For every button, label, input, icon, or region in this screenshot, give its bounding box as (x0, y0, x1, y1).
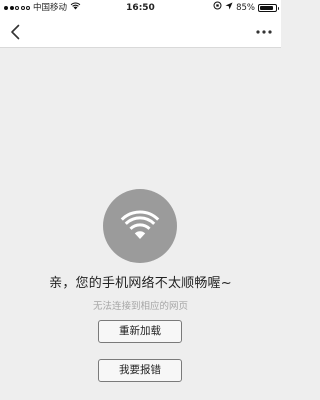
network-error-icon-circle (103, 189, 177, 263)
battery-level (260, 6, 273, 10)
orientation-lock-icon (213, 0, 222, 16)
reload-button[interactable]: 重新加载 (98, 320, 182, 343)
wifi-icon (120, 210, 160, 239)
error-detail: 无法连接到相应的网页 (92, 301, 188, 312)
back-button[interactable] (4, 22, 26, 42)
more-dots-icon (256, 30, 272, 34)
status-bar: 中国移动 16:50 85% (0, 0, 281, 16)
location-arrow-icon (225, 0, 233, 16)
battery-percent: 85% (236, 3, 255, 13)
status-right: 85% (213, 0, 279, 16)
error-message: 亲，您的手机网络不太顺畅喔~ (49, 276, 232, 291)
navigation-bar (0, 16, 281, 48)
report-error-button[interactable]: 我要报错 (98, 359, 182, 382)
battery-icon (258, 4, 279, 12)
more-options-button[interactable] (253, 22, 275, 42)
chevron-left-icon (11, 24, 20, 40)
